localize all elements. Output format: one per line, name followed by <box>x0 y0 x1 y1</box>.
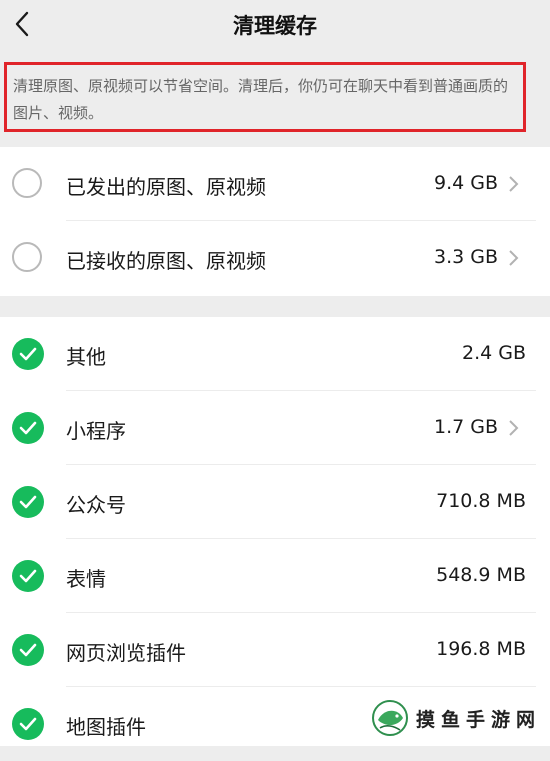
header-bar: 清理缓存 <box>0 0 550 52</box>
list-item-label: 小程序 <box>66 419 126 443</box>
list-item-label: 表情 <box>66 567 106 591</box>
chevron-right-icon <box>509 250 519 266</box>
list-item-size: 548.9 MB <box>436 564 526 586</box>
list-item-label: 地图插件 <box>66 715 146 739</box>
checkmark-icon[interactable] <box>12 708 44 740</box>
original-media-group: 已发出的原图、原视频 9.4 GB 已接收的原图、原视频 3.3 GB <box>0 147 550 296</box>
watermark: 摸鱼手游网 <box>370 696 550 740</box>
list-item-size: 2.4 GB <box>461 342 526 364</box>
list-item-official-accounts[interactable]: 公众号 710.8 MB <box>0 465 550 539</box>
list-item-stickers[interactable]: 表情 548.9 MB <box>0 539 550 613</box>
list-item-size: 9.4 GB <box>433 172 498 194</box>
notice-text: 清理原图、原视频可以节省空间。清理后，你仍可在聊天中看到普通画质的图片、视频。 <box>4 62 526 132</box>
list-item-label: 已接收的原图、原视频 <box>66 249 266 273</box>
chevron-right-icon <box>509 420 519 436</box>
checkmark-icon[interactable] <box>12 412 44 444</box>
radio-unchecked[interactable] <box>12 168 42 198</box>
list-item-label: 已发出的原图、原视频 <box>66 175 266 199</box>
list-item-web-plugin[interactable]: 网页浏览插件 196.8 MB <box>0 613 550 687</box>
cache-items-group: 其他 2.4 GB 小程序 1.7 GB 公众号 710.8 MB 表情 548… <box>0 317 550 746</box>
list-item-size: 1.7 GB <box>433 416 498 438</box>
list-item-size: 710.8 MB <box>436 490 526 512</box>
checkmark-icon[interactable] <box>12 486 44 518</box>
checkmark-icon[interactable] <box>12 338 44 370</box>
checkmark-icon[interactable] <box>12 560 44 592</box>
list-item-label: 网页浏览插件 <box>66 641 186 665</box>
list-item-label: 其他 <box>66 345 106 369</box>
page-title: 清理缓存 <box>233 14 317 38</box>
fish-logo-icon <box>372 700 408 736</box>
list-item-size: 196.8 MB <box>436 638 526 660</box>
chevron-right-icon <box>509 176 519 192</box>
watermark-text: 摸鱼手游网 <box>416 708 542 731</box>
checkmark-icon[interactable] <box>12 634 44 666</box>
list-item-mini-programs[interactable]: 小程序 1.7 GB <box>0 391 550 465</box>
list-item-size: 3.3 GB <box>433 246 498 268</box>
radio-unchecked[interactable] <box>12 242 42 272</box>
list-item-sent-originals[interactable]: 已发出的原图、原视频 9.4 GB <box>0 147 550 221</box>
list-item-received-originals[interactable]: 已接收的原图、原视频 3.3 GB <box>0 221 550 295</box>
list-item-label: 公众号 <box>66 493 126 517</box>
list-item-other[interactable]: 其他 2.4 GB <box>0 317 550 391</box>
